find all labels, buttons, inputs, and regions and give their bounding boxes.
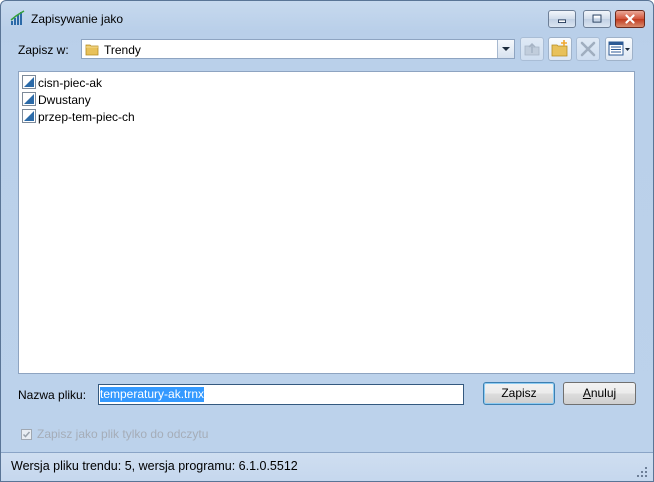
view-menu-button[interactable] bbox=[605, 37, 633, 61]
file-name: przep-tem-piec-ch bbox=[38, 110, 135, 124]
window-title: Zapisywanie jako bbox=[31, 12, 124, 26]
trend-app-icon bbox=[10, 10, 25, 25]
file-list[interactable]: cisn-piec-ak Dwustany przep-tem-piec-ch bbox=[18, 71, 635, 374]
view-menu-icon bbox=[608, 41, 630, 56]
new-folder-icon bbox=[551, 40, 568, 57]
save-as-dialog: Zapisywanie jako Zapisz w: Trendy cisn-p… bbox=[0, 0, 654, 482]
chevron-down-icon bbox=[502, 47, 510, 51]
close-icon bbox=[625, 14, 635, 24]
delete-icon bbox=[580, 41, 596, 57]
filename-value: temperatury-ak.trnx bbox=[100, 387, 205, 402]
minimize-icon bbox=[558, 19, 566, 23]
cancel-button[interactable]: Anuluj bbox=[563, 382, 636, 405]
folder-icon bbox=[85, 44, 99, 56]
file-name: cisn-piec-ak bbox=[38, 76, 103, 90]
delete-button[interactable] bbox=[576, 37, 600, 61]
filename-field[interactable]: temperatury-ak.trnx bbox=[98, 384, 464, 405]
file-name: Dwustany bbox=[38, 93, 91, 107]
dropdown-arrow[interactable] bbox=[497, 40, 514, 58]
resize-grip-icon[interactable] bbox=[636, 466, 648, 478]
close-button[interactable] bbox=[615, 10, 645, 28]
cancel-button-label: Anuluj bbox=[582, 386, 617, 400]
save-in-label: Zapisz w: bbox=[18, 43, 69, 57]
maximize-icon bbox=[592, 14, 602, 23]
readonly-checkbox[interactable] bbox=[21, 429, 32, 440]
maximize-button[interactable] bbox=[583, 10, 611, 28]
checkmark-icon bbox=[22, 431, 31, 438]
save-button-label: Zapisz bbox=[501, 386, 537, 400]
trend-file-icon bbox=[22, 92, 36, 106]
title-bar[interactable]: Zapisywanie jako bbox=[1, 1, 653, 35]
up-folder-icon bbox=[524, 42, 540, 56]
up-folder-button[interactable] bbox=[520, 37, 544, 61]
new-folder-button[interactable] bbox=[548, 37, 572, 61]
filename-label: Nazwa pliku: bbox=[18, 388, 87, 402]
save-in-dropdown[interactable]: Trendy bbox=[81, 39, 515, 59]
save-button[interactable]: Zapisz bbox=[483, 382, 555, 405]
trend-file-icon bbox=[22, 109, 36, 123]
readonly-checkbox-label: Zapisz jako plik tylko do odczytu bbox=[37, 427, 209, 441]
trend-file-icon bbox=[22, 75, 36, 89]
status-text: Wersja pliku trendu: 5, wersja programu:… bbox=[11, 459, 298, 473]
minimize-button[interactable] bbox=[548, 10, 576, 28]
current-folder: Trendy bbox=[104, 43, 141, 57]
status-bar: Wersja pliku trendu: 5, wersja programu:… bbox=[1, 452, 653, 481]
